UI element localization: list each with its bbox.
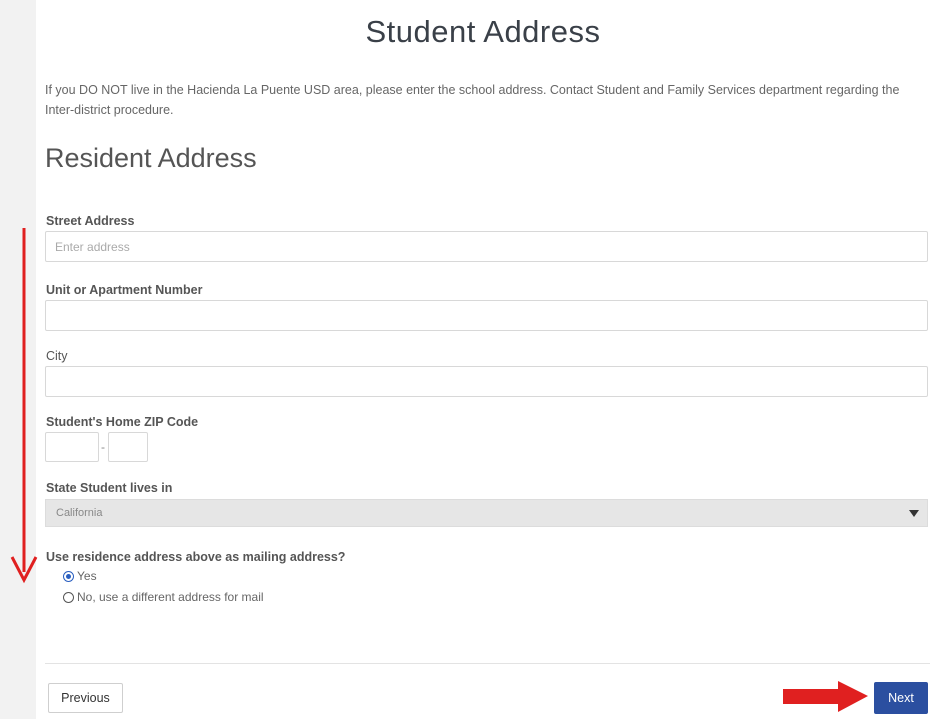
page-title: Student Address (365, 14, 601, 49)
section-title: Resident Address (45, 143, 257, 173)
radio-no[interactable]: No, use a different address for mail (63, 590, 264, 604)
footer-divider (45, 663, 930, 664)
annotation-right-arrow-icon (783, 681, 868, 712)
zip-input[interactable] (45, 432, 99, 462)
unit-label: Unit or Apartment Number (46, 283, 203, 297)
street-address-input[interactable] (45, 231, 928, 262)
radio-yes-label: Yes (77, 569, 97, 583)
city-label: City (46, 349, 68, 363)
city-input[interactable] (45, 366, 928, 397)
previous-button[interactable]: Previous (48, 683, 123, 713)
caret-down-icon (909, 510, 919, 517)
radio-yes[interactable]: Yes (63, 569, 97, 583)
radio-checked-icon[interactable] (63, 570, 74, 582)
zip-extension-input[interactable] (108, 432, 148, 462)
state-selected-value: California (56, 507, 103, 519)
mailing-question: Use residence address above as mailing a… (46, 550, 346, 564)
state-select[interactable]: California (45, 499, 928, 527)
intro-text: If you DO NOT live in the Hacienda La Pu… (45, 83, 900, 117)
zip-separator: - (101, 440, 105, 454)
street-address-label: Street Address (46, 214, 135, 228)
state-label: State Student lives in (46, 481, 173, 495)
next-button[interactable]: Next (874, 682, 928, 714)
zip-label: Student's Home ZIP Code (46, 415, 199, 429)
unit-input[interactable] (45, 300, 928, 331)
radio-no-label: No, use a different address for mail (77, 590, 264, 604)
radio-unchecked-icon[interactable] (63, 591, 74, 603)
left-gutter (0, 0, 36, 719)
